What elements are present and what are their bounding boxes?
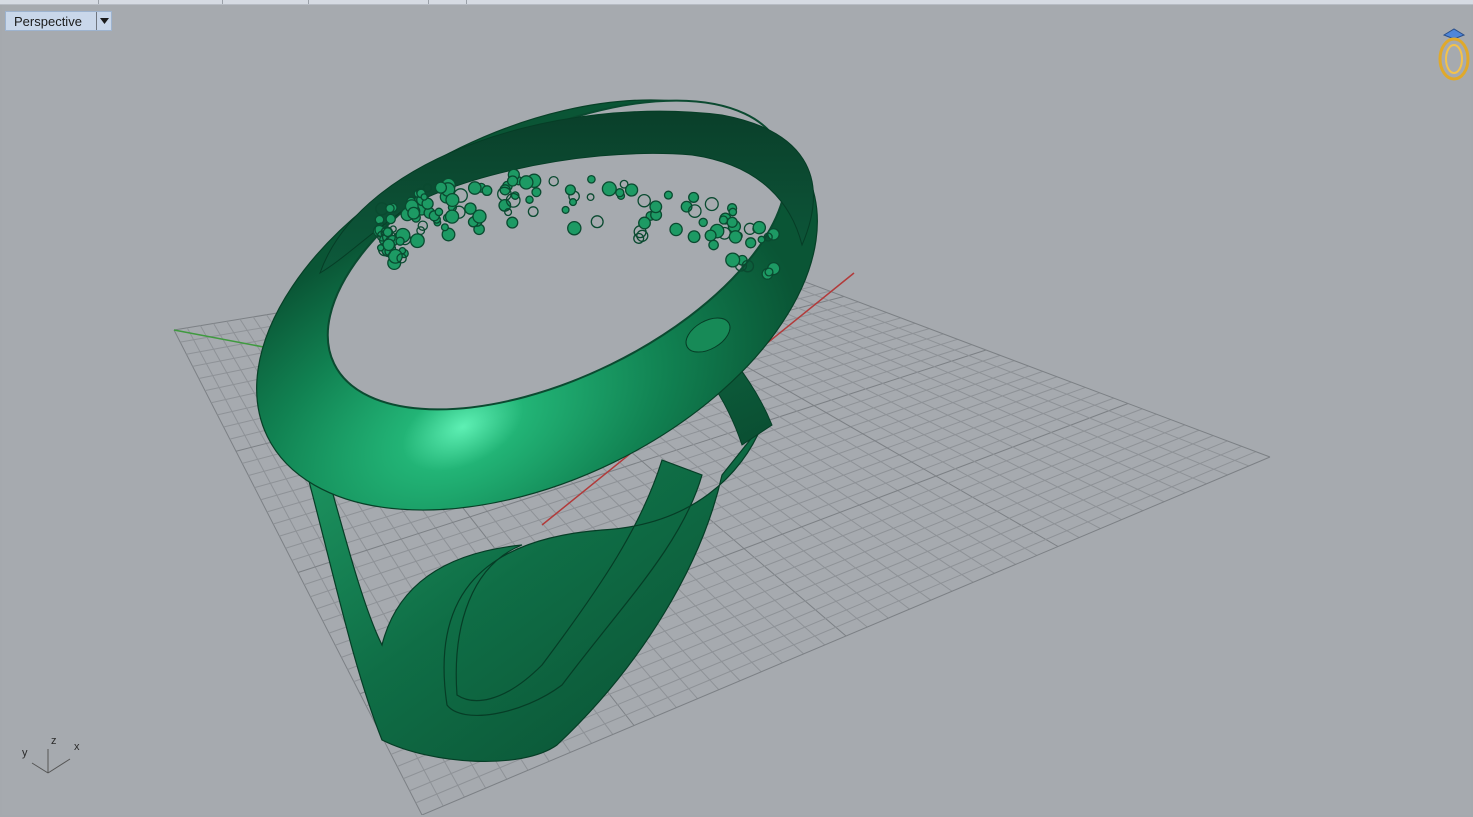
pave-bead: [395, 236, 405, 246]
pave-bead: [564, 184, 576, 196]
pave-bead: [663, 190, 673, 200]
pave-bead: [752, 220, 767, 235]
pave-bead: [698, 217, 708, 228]
pave-bead: [382, 238, 396, 252]
pave-bead: [587, 174, 596, 184]
tab-separator: [466, 0, 467, 4]
pave-bead: [624, 183, 639, 197]
perspective-viewport[interactable]: Perspective z x y: [2, 5, 1471, 815]
pave-bead: [638, 216, 651, 230]
pave-bead: [382, 227, 393, 238]
pave-bead: [434, 181, 448, 194]
pave-bead: [745, 237, 757, 249]
pave-bead: [708, 239, 719, 251]
pave-bead: [407, 206, 421, 220]
axis-label-x: x: [74, 741, 80, 753]
pave-bead: [506, 216, 519, 229]
pave-bead: [561, 205, 570, 214]
pave-bead: [767, 227, 780, 241]
ring-model[interactable]: [191, 16, 884, 762]
pave-bead: [444, 209, 460, 224]
pave-bead: [669, 222, 683, 237]
pave-bead: [725, 252, 741, 268]
pave-bead: [688, 191, 700, 203]
pave-bead: [764, 267, 774, 277]
axis-orientation-widget: z x y: [16, 735, 96, 785]
pave-bead: [445, 192, 460, 208]
pave-bead: [531, 187, 542, 198]
pave-bead: [499, 184, 511, 196]
viewport-title[interactable]: Perspective: [6, 14, 96, 29]
pave-bead: [385, 203, 395, 214]
pave-bead: [525, 195, 534, 204]
pave-bead: [409, 233, 425, 249]
pave-bead: [728, 207, 738, 217]
axis-label-y: y: [22, 747, 28, 759]
pave-bead: [467, 181, 482, 195]
pave-bead: [376, 244, 385, 252]
tab-separator: [98, 0, 99, 4]
tab-separator: [308, 0, 309, 4]
pave-bead: [568, 198, 578, 207]
pave-bead: [464, 202, 477, 215]
pave-bead: [687, 230, 701, 244]
pave-bead: [567, 220, 582, 236]
pave-bead: [615, 188, 625, 198]
pave-bead: [726, 216, 738, 228]
pave-bead: [481, 185, 493, 197]
viewport-scene[interactable]: [2, 5, 1471, 815]
pave-bead: [728, 230, 743, 244]
pave-bead: [519, 175, 534, 190]
ring-thumbnail-icon[interactable]: [1430, 25, 1471, 85]
pave-bead: [385, 213, 396, 225]
pave-bead: [420, 193, 428, 201]
tab-separator: [222, 0, 223, 4]
pave-bead: [434, 207, 444, 217]
pave-bead: [704, 229, 717, 242]
pave-bead: [440, 223, 449, 232]
pave-bead: [718, 215, 729, 225]
pave-bead: [649, 200, 663, 214]
tab-separator: [428, 0, 429, 4]
pave-bead: [506, 175, 519, 187]
axis-label-z: z: [51, 735, 57, 747]
pave-bead: [601, 181, 617, 197]
viewport-title-tab[interactable]: Perspective: [5, 11, 112, 31]
dropdown-arrow-icon[interactable]: [96, 12, 111, 30]
